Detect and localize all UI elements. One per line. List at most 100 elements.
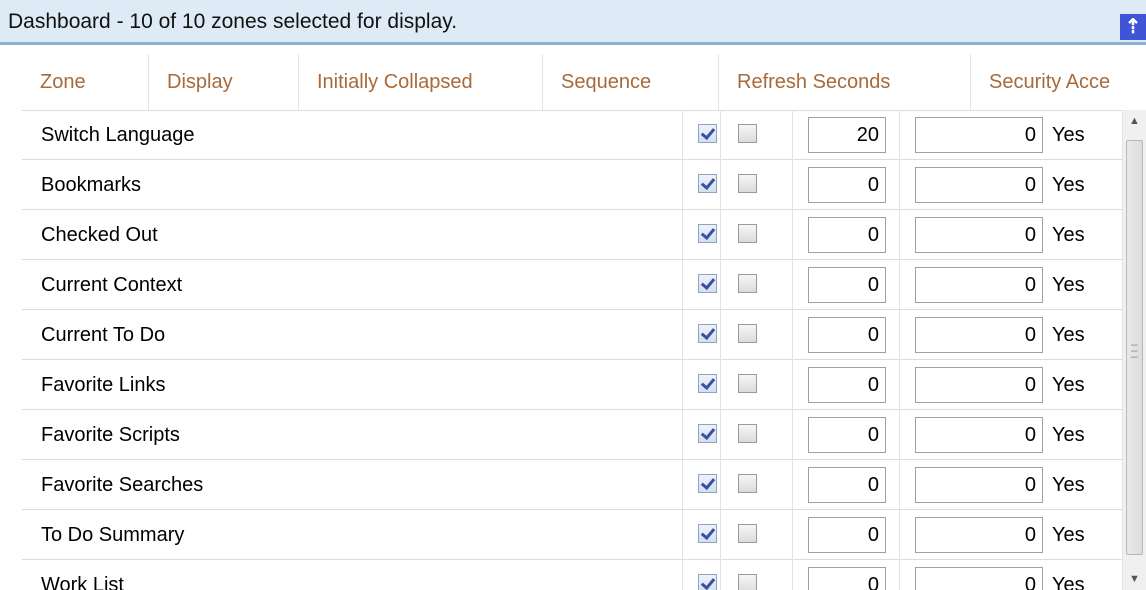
column-divider — [720, 260, 721, 310]
column-divider — [792, 410, 793, 460]
col-header-refresh-seconds[interactable]: Refresh Seconds — [718, 54, 970, 110]
zone-name: Current Context — [41, 274, 183, 296]
zone-name: Work List — [41, 574, 124, 590]
column-divider — [682, 160, 683, 210]
col-header-initially-collapsed[interactable]: Initially Collapsed — [298, 54, 542, 110]
column-divider — [899, 110, 900, 160]
initially-collapsed-checkbox[interactable] — [738, 274, 757, 293]
zone-name: Current To Do — [41, 324, 166, 346]
column-divider — [720, 310, 721, 360]
vertical-scrollbar[interactable]: ▲ – – – ▼ — [1122, 110, 1146, 590]
zone-name: Bookmarks — [41, 174, 142, 196]
col-header-zone[interactable]: Zone — [22, 54, 148, 110]
table-row[interactable]: Checked Out Yes — [22, 210, 1122, 260]
arrow-down-icon[interactable]: ▼ — [1123, 568, 1146, 590]
column-divider — [792, 110, 793, 160]
refresh-seconds-input[interactable] — [915, 567, 1043, 590]
initially-collapsed-checkbox[interactable] — [738, 324, 757, 343]
refresh-seconds-input[interactable] — [915, 217, 1043, 253]
column-divider — [682, 260, 683, 310]
column-divider — [720, 160, 721, 210]
display-checkbox[interactable] — [698, 174, 717, 193]
table-row[interactable]: Favorite Links Yes — [22, 360, 1122, 410]
initially-collapsed-checkbox[interactable] — [738, 174, 757, 193]
security-access-value: Yes — [1052, 274, 1085, 296]
initially-collapsed-checkbox[interactable] — [738, 224, 757, 243]
refresh-seconds-input[interactable] — [915, 517, 1043, 553]
zone-name: Favorite Scripts — [41, 424, 180, 446]
initially-collapsed-checkbox[interactable] — [738, 124, 757, 143]
col-header-security-access[interactable]: Security Acce — [970, 54, 1146, 110]
initially-collapsed-checkbox[interactable] — [738, 424, 757, 443]
sequence-input[interactable] — [808, 517, 886, 553]
refresh-seconds-input[interactable] — [915, 417, 1043, 453]
refresh-seconds-input[interactable] — [915, 167, 1043, 203]
column-divider — [720, 460, 721, 510]
sequence-input[interactable] — [808, 217, 886, 253]
table-row[interactable]: Current To Do Yes — [22, 310, 1122, 360]
col-header-display[interactable]: Display — [148, 54, 298, 110]
column-divider — [682, 210, 683, 260]
refresh-seconds-input[interactable] — [915, 267, 1043, 303]
display-checkbox[interactable] — [698, 574, 717, 590]
security-access-value: Yes — [1052, 224, 1085, 246]
display-checkbox[interactable] — [698, 124, 717, 143]
column-divider — [682, 110, 683, 160]
column-divider — [792, 360, 793, 410]
display-checkbox[interactable] — [698, 224, 717, 243]
refresh-seconds-input[interactable] — [915, 317, 1043, 353]
sequence-input[interactable] — [808, 367, 886, 403]
security-access-value: Yes — [1052, 374, 1085, 396]
display-checkbox[interactable] — [698, 324, 717, 343]
initially-collapsed-checkbox[interactable] — [738, 374, 757, 393]
table-row[interactable]: Current Context Yes — [22, 260, 1122, 310]
table-row[interactable]: To Do Summary Yes — [22, 510, 1122, 560]
scroll-top-icon[interactable]: ⇡ — [1120, 14, 1146, 40]
table-row[interactable]: Bookmarks Yes — [22, 160, 1122, 210]
initially-collapsed-checkbox[interactable] — [738, 474, 757, 493]
column-divider — [792, 510, 793, 560]
security-access-value: Yes — [1052, 474, 1085, 496]
column-divider — [792, 310, 793, 360]
column-divider — [899, 160, 900, 210]
column-divider — [792, 210, 793, 260]
table-row[interactable]: Work List Yes — [22, 560, 1122, 590]
display-checkbox[interactable] — [698, 474, 717, 493]
display-checkbox[interactable] — [698, 524, 717, 543]
refresh-seconds-input[interactable] — [915, 367, 1043, 403]
column-divider — [720, 560, 721, 590]
display-checkbox[interactable] — [698, 424, 717, 443]
zone-name: Favorite Links — [41, 374, 166, 396]
table-row[interactable]: Favorite Scripts Yes — [22, 410, 1122, 460]
security-access-value: Yes — [1052, 524, 1085, 546]
arrow-up-icon[interactable]: ▲ — [1123, 110, 1146, 132]
column-divider — [682, 410, 683, 460]
initially-collapsed-checkbox[interactable] — [738, 524, 757, 543]
sequence-input[interactable] — [808, 167, 886, 203]
dashboard-title: Dashboard - 10 of 10 zones selected for … — [0, 0, 1146, 45]
column-divider — [899, 510, 900, 560]
grid-header: Zone Display Initially Collapsed Sequenc… — [22, 54, 1146, 111]
sequence-input[interactable] — [808, 117, 886, 153]
sequence-input[interactable] — [808, 317, 886, 353]
sequence-input[interactable] — [808, 267, 886, 303]
column-divider — [720, 410, 721, 460]
column-divider — [899, 260, 900, 310]
table-row[interactable]: Favorite Searches Yes — [22, 460, 1122, 510]
column-divider — [720, 510, 721, 560]
refresh-seconds-input[interactable] — [915, 117, 1043, 153]
sequence-input[interactable] — [808, 467, 886, 503]
scrollbar-thumb[interactable]: – – – — [1126, 140, 1143, 555]
grid-body: Switch LanguageYesBookmarksYesChecked Ou… — [22, 110, 1122, 590]
column-divider — [792, 160, 793, 210]
table-row[interactable]: Switch Language Yes — [22, 110, 1122, 160]
sequence-input[interactable] — [808, 567, 886, 590]
refresh-seconds-input[interactable] — [915, 467, 1043, 503]
column-divider — [682, 460, 683, 510]
security-access-value: Yes — [1052, 174, 1085, 196]
initially-collapsed-checkbox[interactable] — [738, 574, 757, 590]
sequence-input[interactable] — [808, 417, 886, 453]
col-header-sequence[interactable]: Sequence — [542, 54, 718, 110]
display-checkbox[interactable] — [698, 374, 717, 393]
display-checkbox[interactable] — [698, 274, 717, 293]
